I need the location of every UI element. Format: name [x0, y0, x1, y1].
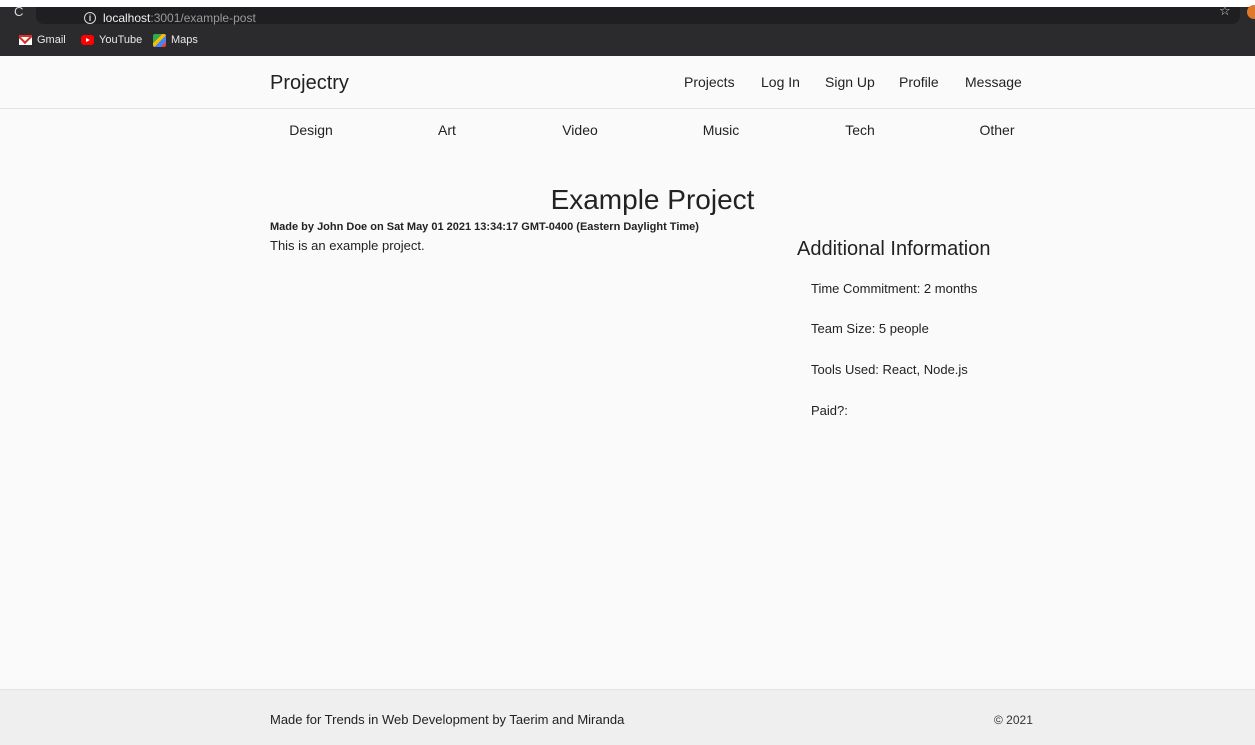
reload-icon[interactable]: C	[14, 5, 23, 19]
bookmark-label: Gmail	[37, 34, 66, 46]
category-design[interactable]: Design	[289, 122, 333, 138]
bookmark-youtube[interactable]: YouTube	[81, 32, 142, 48]
url-host: localhost	[103, 11, 151, 25]
brand-logo[interactable]: Projectry	[270, 71, 349, 95]
bookmark-gmail[interactable]: Gmail	[19, 32, 66, 48]
site-navbar: Projectry Projects Log In Sign Up Profil…	[0, 56, 1255, 109]
nav-link-log-in[interactable]: Log In	[761, 74, 800, 90]
bookmark-maps[interactable]: Maps	[153, 32, 198, 48]
info-team-size: Team Size: 5 people	[811, 321, 929, 336]
category-video[interactable]: Video	[562, 122, 598, 138]
gmail-icon	[19, 35, 32, 45]
info-icon[interactable]: i	[84, 12, 96, 24]
address-bar-url[interactable]: localhost:3001/example-post	[103, 11, 256, 25]
url-path: :3001/example-post	[150, 11, 256, 25]
bookmark-label: Maps	[171, 34, 198, 46]
site-footer: Made for Trends in Web Development by Ta…	[0, 689, 1255, 745]
project-description: This is an example project.	[270, 238, 425, 253]
category-art[interactable]: Art	[438, 122, 456, 138]
nav-link-projects[interactable]: Projects	[684, 74, 735, 90]
additional-info-heading: Additional Information	[797, 238, 991, 260]
category-music[interactable]: Music	[703, 122, 740, 138]
footer-copyright: © 2021	[994, 713, 1033, 727]
project-title: Example Project	[550, 184, 755, 215]
footer-credit: Made for Trends in Web Development by Ta…	[270, 712, 625, 727]
bookmark-label: YouTube	[99, 34, 143, 46]
nav-link-message[interactable]: Message	[965, 74, 1022, 90]
nav-link-sign-up[interactable]: Sign Up	[825, 74, 875, 90]
youtube-icon	[81, 35, 94, 45]
category-tech[interactable]: Tech	[845, 122, 875, 138]
info-time-commitment: Time Commitment: 2 months	[811, 281, 978, 296]
browser-toolbar: C i localhost:3001/example-post ☆ Gmail …	[0, 0, 1255, 56]
window-top-strip	[0, 0, 1255, 7]
nav-link-profile[interactable]: Profile	[899, 74, 939, 90]
page-content: Projectry Projects Log In Sign Up Profil…	[0, 56, 1255, 745]
project-meta: Made by John Doe on Sat May 01 2021 13:3…	[270, 221, 699, 233]
info-paid: Paid?:	[811, 403, 848, 418]
profile-avatar-icon[interactable]	[1247, 5, 1255, 19]
category-other[interactable]: Other	[979, 122, 1014, 138]
maps-icon	[153, 33, 166, 47]
bookmark-star-icon[interactable]: ☆	[1219, 4, 1231, 18]
address-bar[interactable]: i localhost:3001/example-post	[36, 7, 1240, 25]
info-tools-used: Tools Used: React, Node.js	[811, 362, 968, 377]
